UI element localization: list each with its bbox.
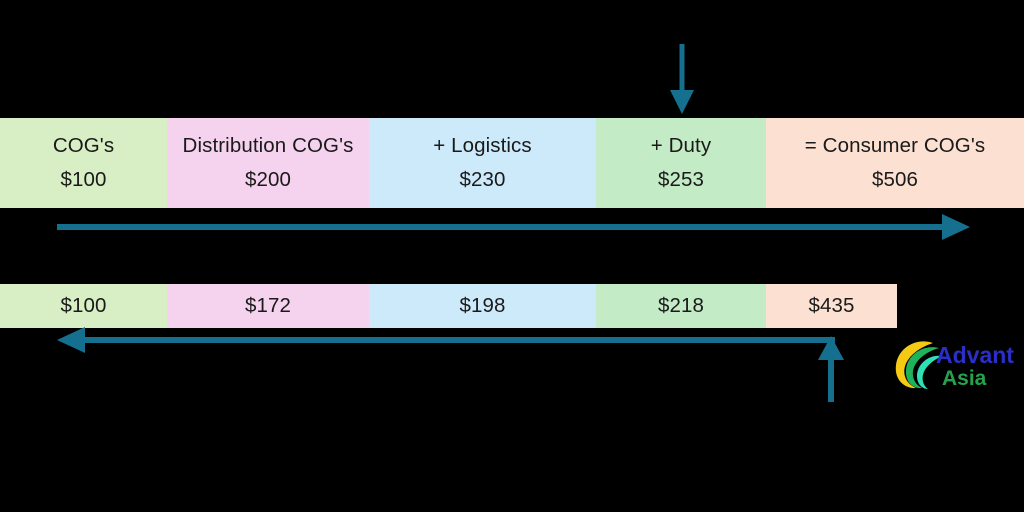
cell-label: = Consumer COG's [804, 134, 986, 157]
cell-label: + Duty [650, 134, 712, 157]
cell-duty: + Duty $253 [596, 118, 766, 208]
cell-logistics: + Logistics $230 [369, 118, 596, 208]
cell-value: $435 [808, 293, 855, 317]
cell-value: $198 [459, 293, 506, 317]
cell-value: $100 [60, 167, 107, 191]
cell-price-cogs: $100 [0, 284, 167, 328]
advant-asia-logo-wordmark: Advant Asia [936, 342, 1014, 390]
cell-value: $172 [244, 293, 291, 317]
target-price-row: $100 $172 $198 $218 $435 [0, 284, 897, 328]
arrow-down-icon [670, 44, 694, 114]
cell-value: $506 [871, 167, 918, 191]
cell-price-distribution: $172 [167, 284, 369, 328]
cell-price-duty: $218 [596, 284, 766, 328]
arrow-up-icon [818, 336, 844, 402]
cell-price-logistics: $198 [369, 284, 596, 328]
cell-value: $200 [244, 167, 291, 191]
advant-asia-logo: Advant Asia [892, 337, 1018, 393]
cell-label: + Logistics [433, 134, 532, 157]
logo-line1: Advant [936, 342, 1014, 368]
cell-consumer-cogs: = Consumer COG's $506 [766, 118, 1024, 208]
arrow-right-icon [57, 214, 970, 240]
cell-value: $253 [657, 167, 704, 191]
cell-distribution-cogs: Distribution COG's $200 [167, 118, 369, 208]
arrow-left-icon [57, 327, 835, 353]
cell-value: $218 [657, 293, 704, 317]
cell-cogs: COG's $100 [0, 118, 167, 208]
cell-label: COG's [52, 134, 115, 157]
cell-price-consumer: $435 [766, 284, 897, 328]
cell-value: $230 [459, 167, 506, 191]
cell-value: $100 [60, 293, 107, 317]
cost-buildup-row: COG's $100 Distribution COG's $200 + Log… [0, 118, 1024, 208]
cell-label: Distribution COG's [182, 134, 354, 157]
logo-line2: Asia [942, 367, 987, 390]
